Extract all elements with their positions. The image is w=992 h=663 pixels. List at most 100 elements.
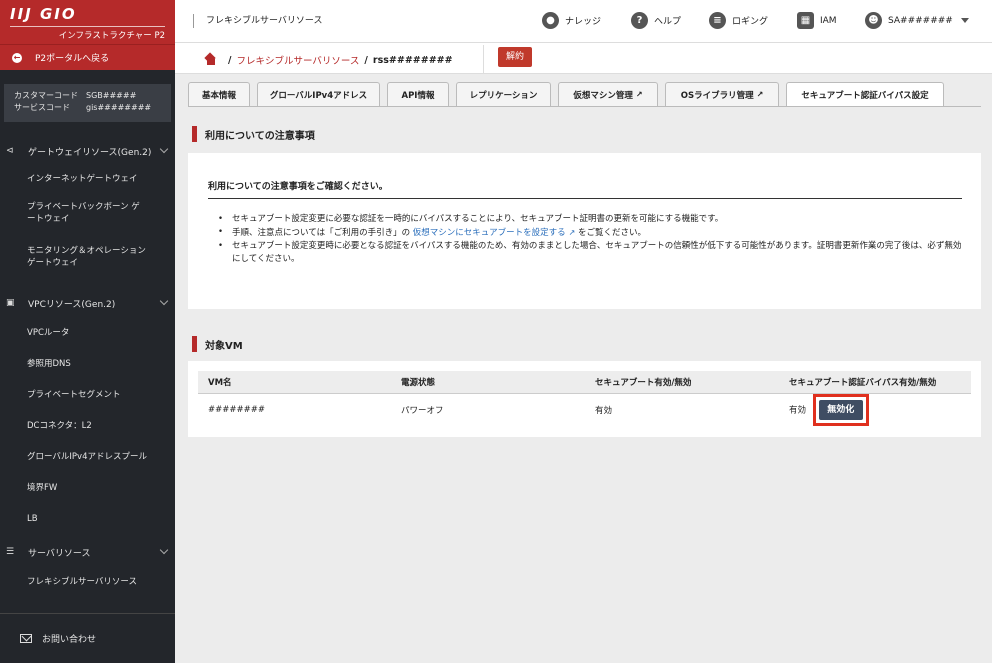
notice-text: セキュアブート設定変更に必要な認証を一時的にバイパスすることにより、セキュアブー… <box>232 214 724 224</box>
help-label: ヘルプ <box>654 17 682 27</box>
sidebar-item-vpc-router[interactable]: VPCルータ <box>0 317 175 348</box>
tab-label: グローバルIPv4アドレス <box>269 90 368 101</box>
table-row: ######## パワーオフ 有効 有効 無効化 <box>198 393 971 426</box>
tab-label: 基本情報 <box>201 90 236 101</box>
document-icon: ≡ <box>709 12 726 29</box>
disable-bypass-button[interactable]: 無効化 <box>818 399 863 420</box>
tab-secure-boot-bypass[interactable]: セキュアブート認証バイパス設定 <box>786 82 944 107</box>
logo-text: IIJ GIO <box>10 5 77 23</box>
notice-text: をご覧ください。 <box>578 228 647 238</box>
sidebar-section-server[interactable]: ☰ サーバリソース <box>0 538 175 566</box>
contact-link[interactable]: お問い合わせ <box>0 613 175 663</box>
tab-underline <box>188 106 981 107</box>
iam-link[interactable]: ▦ IAM <box>797 12 837 29</box>
vm-name: ######## <box>208 404 265 415</box>
external-link-icon: ↗ <box>568 228 576 237</box>
service-code-label: サービスコード <box>14 103 70 112</box>
bypass-cell: 有効 無効化 <box>779 393 971 426</box>
tab-vm-management[interactable]: 仮想マシン管理 ↗ <box>558 82 658 106</box>
chevron-down-icon <box>159 296 169 306</box>
heading-accent <box>192 126 197 142</box>
table-header-row: VM名 電源状態 セキュアブート有効/無効 セキュアブート認証バイパス有効/無効 <box>198 371 971 394</box>
logo[interactable]: IIJ GIO インフラストラクチャー P2 <box>0 0 175 44</box>
user-name: SA####### <box>888 15 953 26</box>
user-icon: ☻ <box>865 12 882 29</box>
notice-heading: 利用についての注意事項 <box>192 126 315 142</box>
cancel-contract-button[interactable]: 解約 <box>498 47 532 67</box>
notice-item: セキュアブート設定変更に必要な認証を一時的にバイパスすることにより、セキュアブー… <box>218 213 963 226</box>
sidebar-item-border-fw[interactable]: 境界FW <box>0 472 175 503</box>
sidebar-item-monitoring-gateway[interactable]: モニタリング＆オペレーション ゲートウェイ <box>0 241 150 285</box>
notice-title: 利用についての注意事項をご確認ください。 <box>208 179 962 199</box>
sidebar-section-label: VPCリソース(Gen.2) <box>28 299 116 310</box>
divider <box>483 45 484 73</box>
sidebar: IIJ GIO インフラストラクチャー P2 ← P2ポータルへ戻る カスタマー… <box>0 0 175 663</box>
sidebar-item-reference-dns[interactable]: 参照用DNS <box>0 348 175 379</box>
sidebar-section-label: サーバリソース <box>28 548 91 559</box>
sidebar-item-private-segment[interactable]: プライベートセグメント <box>0 379 175 410</box>
logging-link[interactable]: ≡ ロギング <box>709 12 768 29</box>
breadcrumb-link[interactable]: フレキシブルサーバリソース <box>236 53 359 67</box>
customer-info: カスタマーコード SGB##### サービスコード gis######## <box>4 84 171 122</box>
external-link-icon: ↗ <box>635 90 643 99</box>
back-link-label: P2ポータルへ戻る <box>35 54 110 64</box>
column-header: セキュアブート認証バイパス有効/無効 <box>779 371 971 394</box>
tab-label: API情報 <box>401 90 435 101</box>
notice-item: セキュアブート設定変更時に必要となる認証をバイパスする機能のため、有効のままとし… <box>218 240 963 266</box>
column-header: セキュアブート有効/無効 <box>585 371 779 394</box>
help-icon: ? <box>631 12 648 29</box>
heading-accent <box>192 336 197 352</box>
notice-list: セキュアブート設定変更に必要な認証を一時的にバイパスすることにより、セキュアブー… <box>218 213 963 266</box>
help-link[interactable]: ? ヘルプ <box>631 12 681 29</box>
caret-down-icon <box>960 18 969 23</box>
logo-subtitle: インフラストラクチャー P2 <box>10 26 165 41</box>
sidebar-item-internet-gateway[interactable]: インターネットゲートウェイ <box>0 165 175 197</box>
column-header: 電源状態 <box>391 371 585 394</box>
arrow-left-icon: ← <box>12 52 22 63</box>
tab-basic-info[interactable]: 基本情報 <box>188 82 250 106</box>
breadcrumb-bar: / フレキシブルサーバリソース / rss######## 解約 <box>175 43 992 74</box>
breadcrumb-separator: / <box>228 54 232 66</box>
sidebar-item-dc-connector[interactable]: DCコネクタ：L2 <box>0 410 175 441</box>
cloud-icon: ▣ <box>6 298 15 308</box>
tab-global-ipv4[interactable]: グローバルIPv4アドレス <box>257 82 380 106</box>
highlight-box: 無効化 <box>812 393 869 426</box>
external-link-icon: ↗ <box>756 90 764 99</box>
iam-label: IAM <box>820 15 837 26</box>
manual-link[interactable]: 仮想マシンにセキュアブートを設定する <box>413 228 566 238</box>
contact-label: お問い合わせ <box>42 635 97 645</box>
vm-table: VM名 電源状態 セキュアブート有効/無効 セキュアブート認証バイパス有効/無効… <box>198 371 971 426</box>
notice-panel: 利用についての注意事項をご確認ください。 セキュアブート設定変更に必要な認証を一… <box>188 153 981 309</box>
power-state: パワーオフ <box>401 405 444 416</box>
id-card-icon: ▦ <box>797 12 814 29</box>
secure-boot-state: 有効 <box>595 405 613 416</box>
sidebar-section-vpc[interactable]: ▣ VPCリソース(Gen.2) <box>0 289 175 317</box>
chevron-down-icon <box>159 144 169 154</box>
share-icon: ⊲ <box>6 146 14 156</box>
tab-os-library[interactable]: OSライブラリ管理 ↗ <box>665 82 779 106</box>
tab-label: OSライブラリ管理 <box>680 90 754 101</box>
service-code-value: gis######## <box>86 103 152 112</box>
knowledge-label: ナレッジ <box>565 17 602 27</box>
breadcrumb-current: rss######## <box>372 54 453 66</box>
target-vm-heading-text: 対象VM <box>205 340 243 352</box>
back-to-portal-link[interactable]: ← P2ポータルへ戻る <box>0 44 175 70</box>
chevron-down-icon <box>159 545 169 555</box>
sidebar-item-private-backbone-gateway[interactable]: プライベートバックボーン ゲートウェイ <box>0 197 140 241</box>
sidebar-section-label: ゲートウェイリソース(Gen.2) <box>28 147 152 158</box>
breadcrumb-separator: / <box>364 54 368 66</box>
home-icon[interactable] <box>205 55 217 65</box>
user-menu[interactable]: ☻ SA####### <box>865 12 969 29</box>
knowledge-link[interactable]: ● ナレッジ <box>542 12 601 29</box>
breadcrumb: / フレキシブルサーバリソース / rss######## <box>205 53 453 67</box>
top-bar: フレキシブルサーバリソース ● ナレッジ ? ヘルプ ≡ ロギング ▦ IAM … <box>175 0 992 43</box>
page-header-title: フレキシブルサーバリソース <box>193 14 322 28</box>
tab-api-info[interactable]: API情報 <box>387 82 449 106</box>
sidebar-item-lb[interactable]: LB <box>0 503 175 534</box>
sidebar-item-ipv4-pool[interactable]: グローバルIPv4アドレスプール <box>0 441 175 472</box>
tab-label: レプリケーション <box>469 90 538 101</box>
sidebar-section-gateway[interactable]: ⊲ ゲートウェイリソース(Gen.2) <box>0 137 175 165</box>
logging-label: ロギング <box>732 17 769 27</box>
sidebar-item-flexible-server[interactable]: フレキシブルサーバリソース <box>0 566 175 597</box>
tab-replication[interactable]: レプリケーション <box>456 82 551 106</box>
